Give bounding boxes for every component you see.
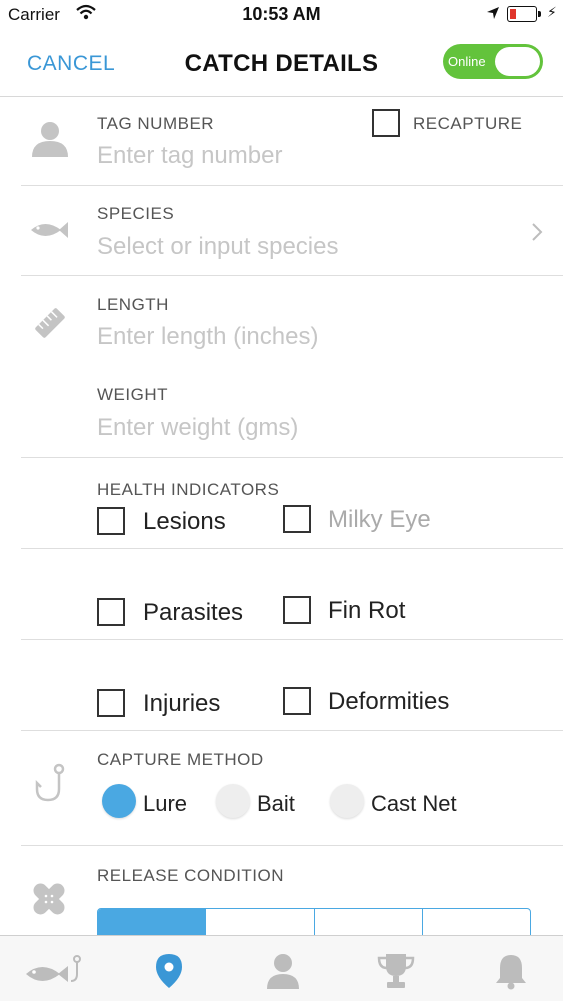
tag-number-label: TAG NUMBER	[97, 114, 215, 133]
lure-radio[interactable]	[102, 784, 136, 818]
bell-icon	[496, 955, 526, 990]
divider	[21, 548, 563, 549]
lure-label: Lure	[143, 791, 188, 816]
tag-number-row: TAG NUMBER Enter tag number RECAPTURE	[0, 97, 563, 185]
deformities-checkbox[interactable]	[283, 687, 311, 715]
bait-radio[interactable]	[216, 784, 250, 818]
person-icon	[267, 954, 299, 989]
lesions-label: Lesions	[143, 508, 226, 535]
length-label: LENGTH	[97, 295, 169, 314]
cast-net-radio[interactable]	[330, 784, 364, 818]
lesions-checkbox[interactable]	[97, 507, 125, 535]
status-bar: Carrier 10:53 AM ⚡	[0, 0, 563, 30]
weight-input[interactable]: Enter weight (gms)	[97, 414, 298, 442]
fin-rot-label: Fin Rot	[328, 597, 406, 624]
release-condition-label: RELEASE CONDITION	[97, 866, 285, 885]
length-row: LENGTH Enter length (inches)	[0, 276, 563, 366]
online-toggle[interactable]: Online	[443, 44, 543, 79]
parasites-checkbox[interactable]	[97, 598, 125, 626]
ruler-icon	[31, 304, 69, 347]
health-indicators-section: HEALTH INDICATORS Lesions Milky Eye Para…	[0, 458, 563, 730]
location-pin-icon	[156, 954, 182, 988]
trophy-icon	[377, 954, 415, 988]
charging-icon: ⚡	[547, 4, 557, 20]
person-icon	[30, 119, 70, 164]
milky-eye-checkbox[interactable]	[283, 505, 311, 533]
location-arrow-icon	[486, 6, 500, 25]
tab-location[interactable]	[154, 952, 184, 995]
injuries-label: Injuries	[143, 690, 221, 717]
clock: 10:53 AM	[242, 4, 321, 24]
injuries-checkbox[interactable]	[97, 689, 125, 717]
species-input[interactable]: Select or input species	[97, 233, 338, 261]
online-toggle-label: Online	[448, 54, 486, 69]
species-row[interactable]: SPECIES Select or input species	[0, 186, 563, 275]
weight-row: WEIGHT Enter weight (gms)	[0, 366, 563, 457]
health-indicators-label: HEALTH INDICATORS	[97, 480, 280, 499]
weight-label: WEIGHT	[97, 385, 168, 404]
fin-rot-checkbox[interactable]	[283, 596, 311, 624]
length-input[interactable]: Enter length (inches)	[97, 323, 318, 351]
deformities-label: Deformities	[328, 688, 450, 715]
bait-label: Bait	[257, 791, 295, 816]
fish-hook-icon	[31, 763, 67, 808]
recapture-label: RECAPTURE	[413, 114, 523, 133]
species-label: SPECIES	[97, 204, 175, 223]
recapture-checkbox[interactable]	[372, 109, 400, 137]
divider	[21, 639, 563, 640]
bandage-icon	[28, 878, 70, 925]
cast-net-label: Cast Net	[371, 791, 457, 816]
battery-icon	[507, 6, 541, 22]
capture-method-label: CAPTURE METHOD	[97, 750, 264, 769]
chevron-right-icon	[531, 222, 543, 247]
tab-catches[interactable]	[24, 954, 82, 993]
parasites-label: Parasites	[143, 599, 244, 626]
navigation-bar: CANCEL CATCH DETAILS Online	[0, 30, 563, 97]
tab-profile[interactable]	[265, 952, 301, 995]
tag-number-input[interactable]: Enter tag number	[97, 142, 282, 170]
fish-icon	[29, 218, 69, 247]
tab-leaderboard[interactable]	[376, 952, 416, 995]
capture-method-section: CAPTURE METHOD Lure Bait Cast Net	[0, 731, 563, 845]
tab-bar	[0, 935, 563, 1001]
tab-notifications[interactable]	[494, 952, 528, 995]
fish-hook-icon	[26, 955, 81, 982]
toggle-knob	[495, 47, 540, 76]
milky-eye-label: Milky Eye	[328, 506, 431, 533]
